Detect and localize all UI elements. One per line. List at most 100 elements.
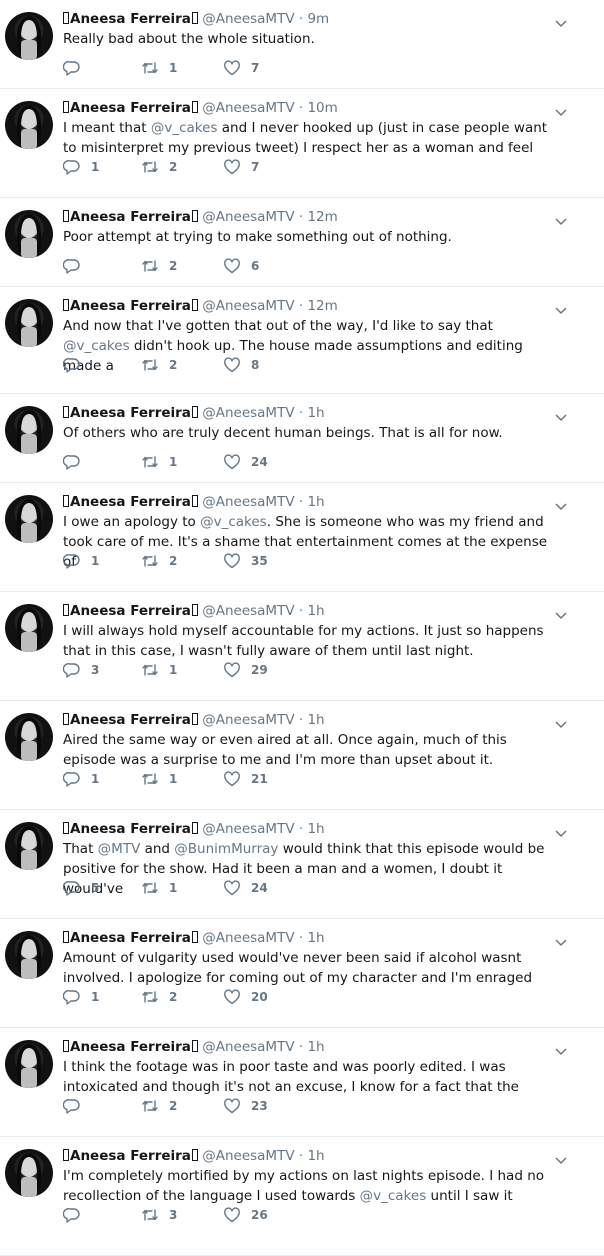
retweet-button[interactable]: 1	[141, 58, 177, 78]
reply-button[interactable]	[63, 1205, 91, 1225]
tweet-timestamp[interactable]: 1h	[307, 712, 324, 728]
tweet-timestamp[interactable]: 1h	[307, 821, 324, 837]
tweet-card[interactable]: Aneesa Ferreira @AneesaMTV · 12m Poor att…	[0, 198, 604, 287]
like-button[interactable]: 26	[223, 1205, 268, 1225]
author-handle[interactable]: @AneesaMTV	[202, 298, 294, 314]
tweet-card[interactable]: Aneesa Ferreira @AneesaMTV · 1h Amount of…	[0, 919, 604, 1028]
like-button[interactable]: 24	[223, 878, 268, 898]
avatar[interactable]	[5, 495, 53, 543]
mention-link[interactable]: @MTV	[98, 841, 141, 857]
retweet-button[interactable]: 2	[141, 256, 177, 276]
chevron-down-icon[interactable]	[554, 933, 568, 947]
avatar[interactable]	[5, 713, 53, 761]
author-name[interactable]: Aneesa Ferreira	[70, 1148, 191, 1164]
chevron-down-icon[interactable]	[554, 408, 568, 422]
author-name[interactable]: Aneesa Ferreira	[70, 712, 191, 728]
reply-button[interactable]	[63, 58, 91, 78]
avatar[interactable]	[5, 931, 53, 979]
tweet-card[interactable]: Aneesa Ferreira @AneesaMTV · 9m Really ba…	[0, 0, 604, 89]
retweet-button[interactable]: 1	[141, 452, 177, 472]
like-button[interactable]: 35	[223, 551, 268, 571]
tweet-card[interactable]: Aneesa Ferreira @AneesaMTV · 1h Aired the…	[0, 701, 604, 810]
tweet-card[interactable]: Aneesa Ferreira @AneesaMTV · 1h I'm compl…	[0, 1137, 604, 1256]
chevron-down-icon[interactable]	[554, 103, 568, 117]
tweet-timestamp[interactable]: 9m	[307, 11, 329, 27]
avatar[interactable]	[5, 1040, 53, 1088]
avatar[interactable]	[5, 406, 53, 454]
author-name[interactable]: Aneesa Ferreira	[70, 930, 191, 946]
avatar[interactable]	[5, 12, 53, 60]
avatar[interactable]	[5, 604, 53, 652]
tweet-card[interactable]: Aneesa Ferreira @AneesaMTV · 1h I think t…	[0, 1028, 604, 1137]
author-handle[interactable]: @AneesaMTV	[202, 712, 294, 728]
retweet-button[interactable]: 2	[141, 987, 177, 1007]
retweet-button[interactable]: 3	[141, 1205, 177, 1225]
author-handle[interactable]: @AneesaMTV	[202, 821, 294, 837]
author-name[interactable]: Aneesa Ferreira	[70, 209, 191, 225]
tweet-card[interactable]: Aneesa Ferreira @AneesaMTV · 1h Of others…	[0, 394, 604, 483]
tweet-card[interactable]: Aneesa Ferreira @AneesaMTV · 1h That @MTV…	[0, 810, 604, 919]
avatar[interactable]	[5, 101, 53, 149]
reply-button[interactable]: 1	[63, 769, 99, 789]
author-name[interactable]: Aneesa Ferreira	[70, 100, 191, 116]
retweet-button[interactable]: 1	[141, 769, 177, 789]
tweet-card[interactable]: Aneesa Ferreira @AneesaMTV · 1h I will al…	[0, 592, 604, 701]
author-handle[interactable]: @AneesaMTV	[202, 1148, 294, 1164]
tweet-timestamp[interactable]: 1h	[307, 405, 324, 421]
chevron-down-icon[interactable]	[554, 14, 568, 28]
tweet-card[interactable]: Aneesa Ferreira @AneesaMTV · 1h I owe an …	[0, 483, 604, 592]
author-name[interactable]: Aneesa Ferreira	[70, 603, 191, 619]
reply-button[interactable]: 5	[63, 878, 99, 898]
mention-link[interactable]: @v_cakes	[63, 338, 130, 354]
like-button[interactable]: 21	[223, 769, 268, 789]
chevron-down-icon[interactable]	[554, 824, 568, 838]
author-handle[interactable]: @AneesaMTV	[202, 11, 294, 27]
chevron-down-icon[interactable]	[554, 1042, 568, 1056]
retweet-button[interactable]: 2	[141, 355, 177, 375]
reply-button[interactable]	[63, 452, 91, 472]
author-name[interactable]: Aneesa Ferreira	[70, 298, 191, 314]
tweet-timestamp[interactable]: 1h	[307, 930, 324, 946]
author-handle[interactable]: @AneesaMTV	[202, 405, 294, 421]
chevron-down-icon[interactable]	[554, 497, 568, 511]
tweet-card[interactable]: Aneesa Ferreira @AneesaMTV · 10m I meant …	[0, 89, 604, 198]
chevron-down-icon[interactable]	[554, 606, 568, 620]
retweet-button[interactable]: 1	[141, 878, 177, 898]
avatar[interactable]	[5, 822, 53, 870]
mention-link[interactable]: @v_cakes	[151, 120, 218, 136]
like-button[interactable]: 8	[223, 355, 259, 375]
tweet-timestamp[interactable]: 1h	[307, 494, 324, 510]
reply-button[interactable]: 1	[63, 157, 99, 177]
tweet-card[interactable]: Aneesa Ferreira @AneesaMTV · 12m And now …	[0, 287, 604, 394]
tweet-timestamp[interactable]: 1h	[307, 1148, 324, 1164]
tweet-timestamp[interactable]: 12m	[307, 298, 337, 314]
tweet-timestamp[interactable]: 10m	[307, 100, 337, 116]
like-button[interactable]: 23	[223, 1096, 268, 1116]
avatar[interactable]	[5, 210, 53, 258]
like-button[interactable]: 29	[223, 660, 268, 680]
avatar[interactable]	[5, 1149, 53, 1197]
tweet-timestamp[interactable]: 1h	[307, 1039, 324, 1055]
reply-button[interactable]: 1	[63, 551, 99, 571]
reply-button[interactable]: 3	[63, 660, 99, 680]
author-handle[interactable]: @AneesaMTV	[202, 494, 294, 510]
retweet-button[interactable]: 2	[141, 1096, 177, 1116]
retweet-button[interactable]: 2	[141, 157, 177, 177]
chevron-down-icon[interactable]	[554, 715, 568, 729]
chevron-down-icon[interactable]	[554, 212, 568, 226]
reply-button[interactable]	[63, 256, 91, 276]
retweet-button[interactable]: 2	[141, 551, 177, 571]
reply-button[interactable]	[63, 1096, 91, 1116]
avatar[interactable]	[5, 299, 53, 347]
author-name[interactable]: Aneesa Ferreira	[70, 11, 191, 27]
author-handle[interactable]: @AneesaMTV	[202, 930, 294, 946]
chevron-down-icon[interactable]	[554, 1151, 568, 1165]
like-button[interactable]: 24	[223, 452, 268, 472]
retweet-button[interactable]: 1	[141, 660, 177, 680]
author-name[interactable]: Aneesa Ferreira	[70, 494, 191, 510]
like-button[interactable]: 7	[223, 58, 259, 78]
chevron-down-icon[interactable]	[554, 301, 568, 315]
author-handle[interactable]: @AneesaMTV	[202, 100, 294, 116]
tweet-timestamp[interactable]: 1h	[307, 603, 324, 619]
mention-link[interactable]: @v_cakes	[200, 514, 267, 530]
